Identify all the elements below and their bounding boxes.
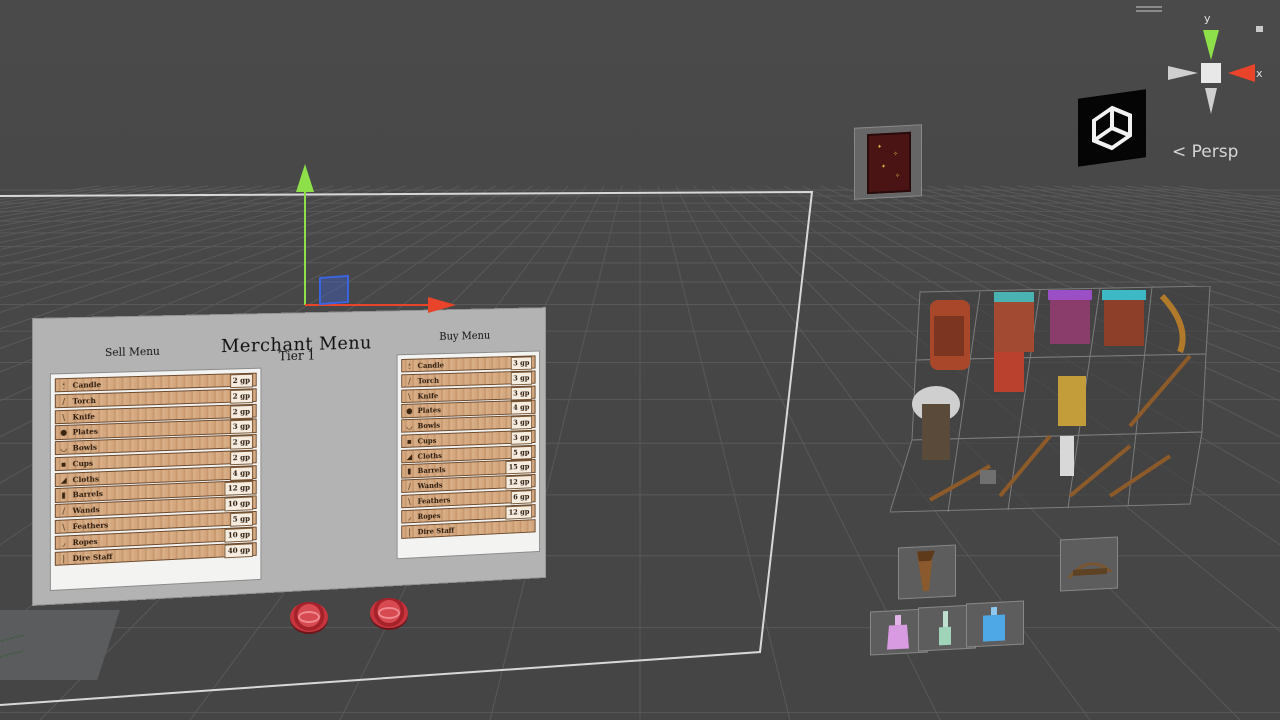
neg-y-cone-icon [1205, 88, 1217, 114]
unity-logo-icon [1078, 89, 1146, 167]
crossbow-icon [1067, 562, 1113, 579]
persp-arrow-icon: < [1172, 142, 1187, 162]
y-cone-icon [1203, 30, 1219, 60]
center-cube-icon [1201, 63, 1221, 83]
coin-button[interactable] [290, 602, 328, 632]
coin-mark-icon [298, 611, 320, 623]
x-axis-label: x [1256, 67, 1263, 80]
menu-bars-icon[interactable] [1136, 6, 1162, 8]
coin-mark-icon [378, 607, 400, 619]
scene-view[interactable]: Merchant Menu Tier 1 Sell Menu Buy Menu … [0, 0, 1280, 720]
view-orientation-gizmo[interactable]: y x [1160, 10, 1270, 120]
spellbook-tile[interactable]: ✦ ✧ ✦ ✧ [854, 124, 922, 200]
inventory-sprite-sheet[interactable] [890, 286, 1220, 516]
x-axis-arrow-icon [428, 297, 456, 313]
projection-label: Persp [1191, 142, 1239, 162]
y-axis-arrow-icon [296, 164, 314, 192]
teal-armor-icon [1102, 290, 1146, 346]
projection-toggle[interactable]: < Persp [1172, 142, 1238, 162]
crossbow-slot[interactable] [1060, 536, 1118, 592]
plane-handle [319, 274, 349, 306]
blue-potion-icon [983, 606, 1005, 642]
x-cone-icon [1228, 64, 1255, 82]
torch-icon [917, 550, 935, 592]
hammer-icon [980, 470, 996, 484]
scene-menu-dot-icon[interactable] [1256, 26, 1263, 32]
book-icon: ✦ ✧ ✦ ✧ [867, 131, 911, 195]
torch-slot[interactable] [898, 544, 956, 600]
neg-x-cone-icon [1168, 66, 1198, 80]
coin-button[interactable] [370, 598, 408, 628]
skeleton-icon [1060, 436, 1074, 476]
potion-slot-blue[interactable] [966, 600, 1024, 648]
floor-scribble-icon: 〰〰〰 [0, 647, 24, 665]
y-axis-label: y [1204, 12, 1211, 25]
